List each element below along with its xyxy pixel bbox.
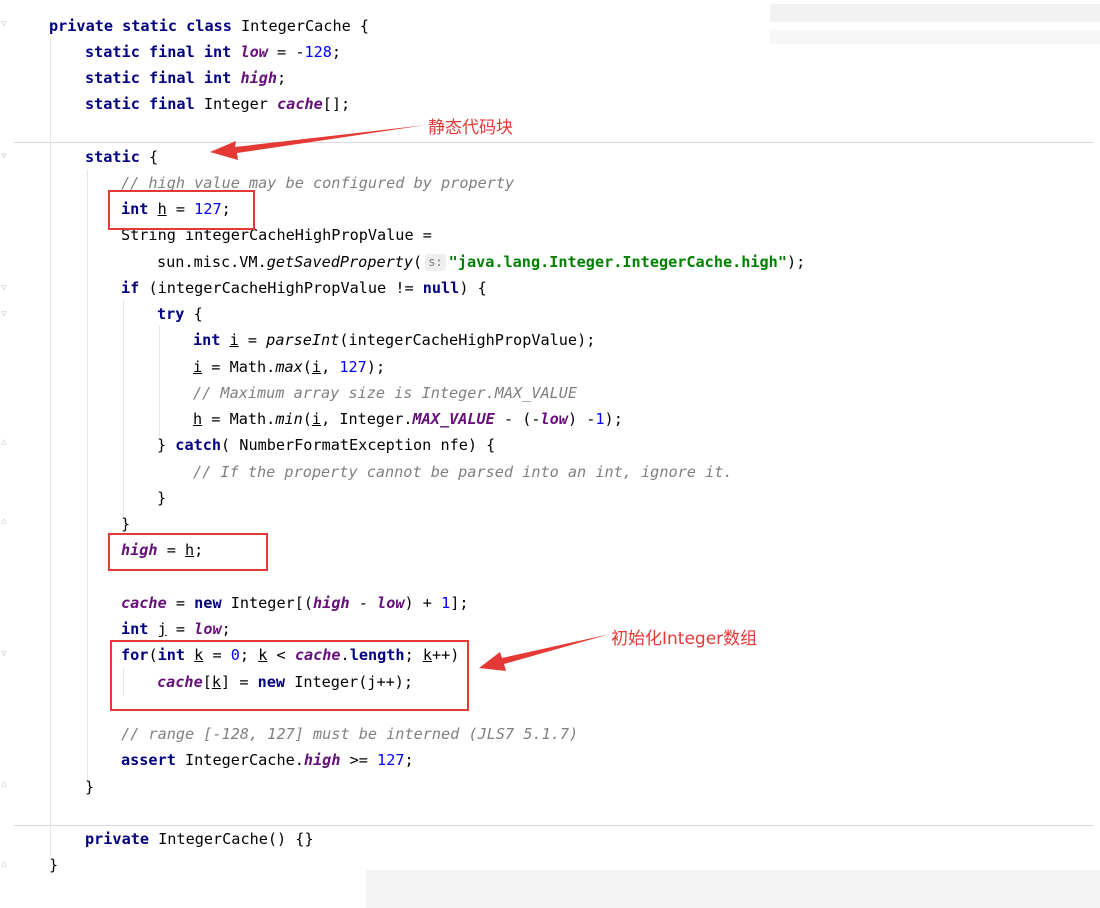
annotation-arrows (210, 125, 610, 671)
annotation-init-integer-array: 初始化Integer数组 (611, 629, 758, 649)
annotation-static-block: 静态代码块 (428, 118, 513, 138)
arrow-static-block (210, 125, 426, 160)
arrow-init-array (479, 634, 610, 671)
